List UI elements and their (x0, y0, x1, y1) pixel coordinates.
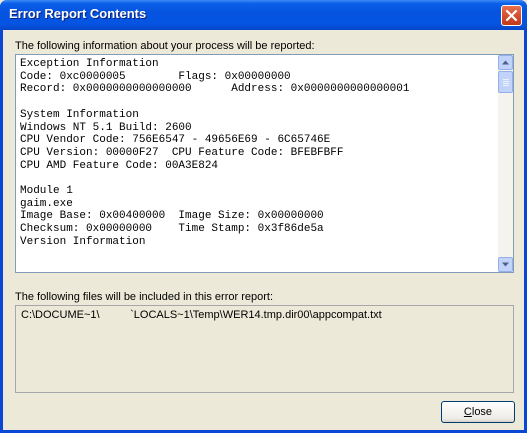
arrow-up-icon (502, 60, 509, 65)
title-close-button[interactable] (501, 5, 522, 26)
scroll-thumb[interactable] (498, 71, 513, 93)
report-line: Version Information (20, 235, 146, 248)
close-button[interactable]: Close (441, 401, 515, 423)
report-line: CPU Vendor Code: 756E6547 - 49656E69 - 6… (20, 134, 331, 147)
report-label: The following information about your pro… (15, 40, 315, 52)
report-line: CPU AMD Feature Code: 00A3E824 (20, 159, 219, 172)
window-title: Error Report Contents (9, 6, 147, 21)
title-bar[interactable]: Error Report Contents (0, 0, 527, 30)
close-mnemonic: C (463, 406, 472, 418)
report-line: Windows NT 5.1 Build: 2600 (20, 121, 192, 134)
report-text-area[interactable]: Exception Information Code: 0xc0000005 Fl… (15, 54, 514, 273)
report-line: Exception Information (20, 58, 159, 70)
scroll-down-button[interactable] (498, 257, 513, 272)
file-item: C:\DOCUME~1\ `LOCALS~1\Temp\WER14.tmp.di… (21, 309, 382, 321)
error-report-dialog: Error Report Contents The following info… (0, 0, 527, 433)
close-label: lose (471, 406, 493, 418)
report-line: System Information (20, 108, 139, 121)
report-line (20, 172, 494, 185)
files-label: The following files will be included in … (15, 291, 274, 303)
files-list[interactable]: C:\DOCUME~1\ `LOCALS~1\Temp\WER14.tmp.di… (15, 305, 514, 393)
close-icon (505, 9, 518, 22)
report-text[interactable]: Exception Information Code: 0xc0000005 Fl… (20, 58, 494, 270)
report-line: Image Base: 0x00400000 Image Size: 0x000… (20, 210, 324, 223)
report-line: Checksum: 0x00000000 Time Stamp: 0x3f86d… (20, 223, 324, 236)
report-line: Code: 0xc0000005 Flags: 0x00000000 (20, 70, 291, 83)
scroll-up-button[interactable] (498, 55, 513, 70)
report-line: Module 1 (20, 185, 73, 198)
report-line: CPU Version: 00000F27 CPU Feature Code: … (20, 146, 344, 159)
report-line: gaim.exe (20, 197, 73, 210)
report-line (20, 96, 494, 109)
report-line: Record: 0x0000000000000000 Address: 0x00… (20, 83, 410, 96)
arrow-down-icon (502, 262, 509, 267)
vertical-scrollbar[interactable] (498, 55, 513, 272)
